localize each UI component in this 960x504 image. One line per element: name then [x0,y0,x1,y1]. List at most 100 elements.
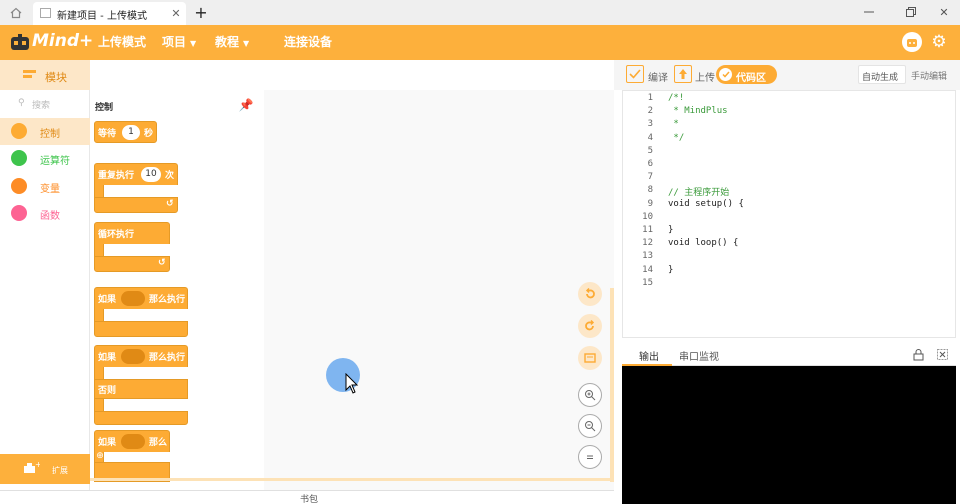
code-line: * MindPlus [668,106,728,117]
block-repeat-unit: 次 [165,171,175,181]
workspace-horizontal-scrollbar[interactable] [90,478,612,481]
menu-bar: Mind+ 上传模式 项目 ▼ 教程 ▼ 连接设备 ⚙ [0,25,960,60]
block-wait[interactable]: 等待 1 秒 [94,121,157,143]
clear-output-icon[interactable] [936,348,949,361]
home-icon[interactable] [8,5,24,21]
category-control-label: 控制 [40,129,60,140]
code-line: void setup() { [668,198,744,209]
code-editor[interactable]: 1 /*! 2 * MindPlus 3 * 4 */ 5 6 7 8 // 主程序开始 9 void… [622,90,956,338]
category-operators-dot [11,150,27,166]
code-workspace[interactable] [264,90,614,490]
category-functions[interactable]: 函数 [0,200,90,227]
menu-connect-device[interactable]: 连接设备 [284,25,332,60]
code-line: void loop() { [668,238,739,249]
zoom-out-icon[interactable] [578,414,602,438]
category-operators-label: 运算符 [40,156,70,167]
tab-output[interactable]: 输出 [622,344,672,366]
line-number: 10 [642,211,653,222]
block-if-then-arm [94,309,104,321]
repeat-arrow-icon: ↺ [166,199,174,209]
block-if-else-arm2 [94,399,104,411]
extension-icon: + [24,460,40,474]
block-forever[interactable]: 循环执行 [94,222,170,244]
code-area-toggle[interactable]: 代码区 [716,65,777,84]
module-header[interactable]: 模块 [0,60,90,90]
line-number: 3 [647,119,653,130]
new-tab-icon[interactable]: + [192,3,210,22]
block-wait-value[interactable]: 1 [122,125,140,140]
extension-button[interactable]: + 扩展 [0,454,90,484]
block-if-then[interactable]: 如果 那么执行 [94,287,188,309]
redo-icon[interactable] [578,314,602,338]
restore-icon[interactable] [904,5,918,19]
backpack-bar[interactable]: 书包 [0,490,614,504]
line-number: 12 [642,238,653,249]
search-icon: ⚲ [18,98,25,108]
modules-icon [22,69,36,81]
close-tab-icon[interactable]: ✕ [170,7,182,20]
search-input[interactable]: 搜索 [32,98,50,111]
line-number: 14 [642,264,653,275]
upload-icon[interactable] [674,65,692,83]
block-if-else-then: 那么执行 [149,353,186,363]
category-functions-label: 函数 [40,211,60,222]
block-if-else-condition[interactable] [121,349,145,364]
category-operators[interactable]: 运算符 [0,145,90,172]
block-if-else[interactable]: 如果 那么执行 [94,345,188,367]
close-window-icon[interactable]: ✕ [937,5,951,19]
auto-generate-label: 自动生成 [862,73,899,83]
block-if-else-else: 否则 [98,386,117,396]
compile-label[interactable]: 编译 [648,69,668,84]
menu-tutorial-label: 教程 [215,35,240,49]
line-number: 6 [647,159,653,169]
chevron-down-icon: ▼ [190,39,197,48]
tab-output-label: 输出 [639,352,659,363]
zoom-reset-icon[interactable] [578,445,602,469]
line-number: 13 [642,251,653,262]
cleanup-icon[interactable] [578,346,602,370]
category-variables-label: 变量 [40,184,60,195]
line-number: 7 [647,172,653,183]
menu-upload-mode[interactable]: 上传模式 [98,25,146,60]
manual-edit-button[interactable]: 手动编辑 [911,69,947,82]
menu-tutorial[interactable]: 教程 ▼ [215,25,249,60]
block-if-else-foot [94,411,188,425]
block-palette: 控制 📌 等待 1 秒 重复执行 10 次 ↺ 循环执行 ↺ 如果 那么执行 如… [90,90,264,490]
tab-title: 新建项目 - 上传模式 [57,11,147,22]
block-if-partial[interactable]: 如果 那么 [94,430,170,452]
block-repeat-arm [94,185,104,197]
robot-icon[interactable] [902,32,922,52]
code-line: * [668,119,679,130]
settings-gear-icon[interactable]: ⚙ [929,32,949,52]
app-window: 新建项目 - 上传模式 ✕ + ✕ Mind+ 上传模式 项目 ▼ 教程 ▼ 连接设… [0,0,960,504]
lock-icon[interactable] [912,348,925,361]
serial-console[interactable] [622,366,956,504]
block-repeat[interactable]: 重复执行 10 次 [94,163,178,185]
compile-icon[interactable] [626,65,644,83]
zoom-in-icon[interactable] [578,383,602,407]
undo-icon[interactable] [578,282,602,306]
block-repeat-value[interactable]: 10 [141,167,161,182]
line-number: 8 [647,185,653,196]
block-wait-label: 等待 [98,129,117,139]
menu-project[interactable]: 项目 ▼ [162,25,196,60]
category-variables[interactable]: 变量 [0,173,90,200]
block-if-else-middle: 否则 [94,379,188,399]
minimize-icon[interactable] [862,5,876,19]
auto-generate-button[interactable]: 自动生成 [858,65,906,84]
code-toolbar: 编译 上传 代码区 自动生成 手动编辑 [614,60,960,90]
upload-label[interactable]: 上传 [695,69,715,84]
browser-tab[interactable]: 新建项目 - 上传模式 ✕ [33,2,186,25]
add-circle-icon[interactable]: ⊕ [95,451,105,461]
block-forever-label: 循环执行 [98,230,135,240]
category-control[interactable]: 控制 [0,118,90,145]
code-line: // 主程序开始 [668,188,730,199]
block-forever-foot: ↺ [94,256,170,272]
block-if-else-label: 如果 [98,353,117,363]
tab-serial-monitor[interactable]: 串口监视 [679,348,719,363]
page-icon [39,7,51,19]
block-if-then-condition[interactable] [121,291,145,306]
workspace-scrollbar[interactable] [610,288,614,482]
block-if-partial-condition[interactable] [121,434,145,449]
pin-icon[interactable]: 📌 [239,98,254,112]
